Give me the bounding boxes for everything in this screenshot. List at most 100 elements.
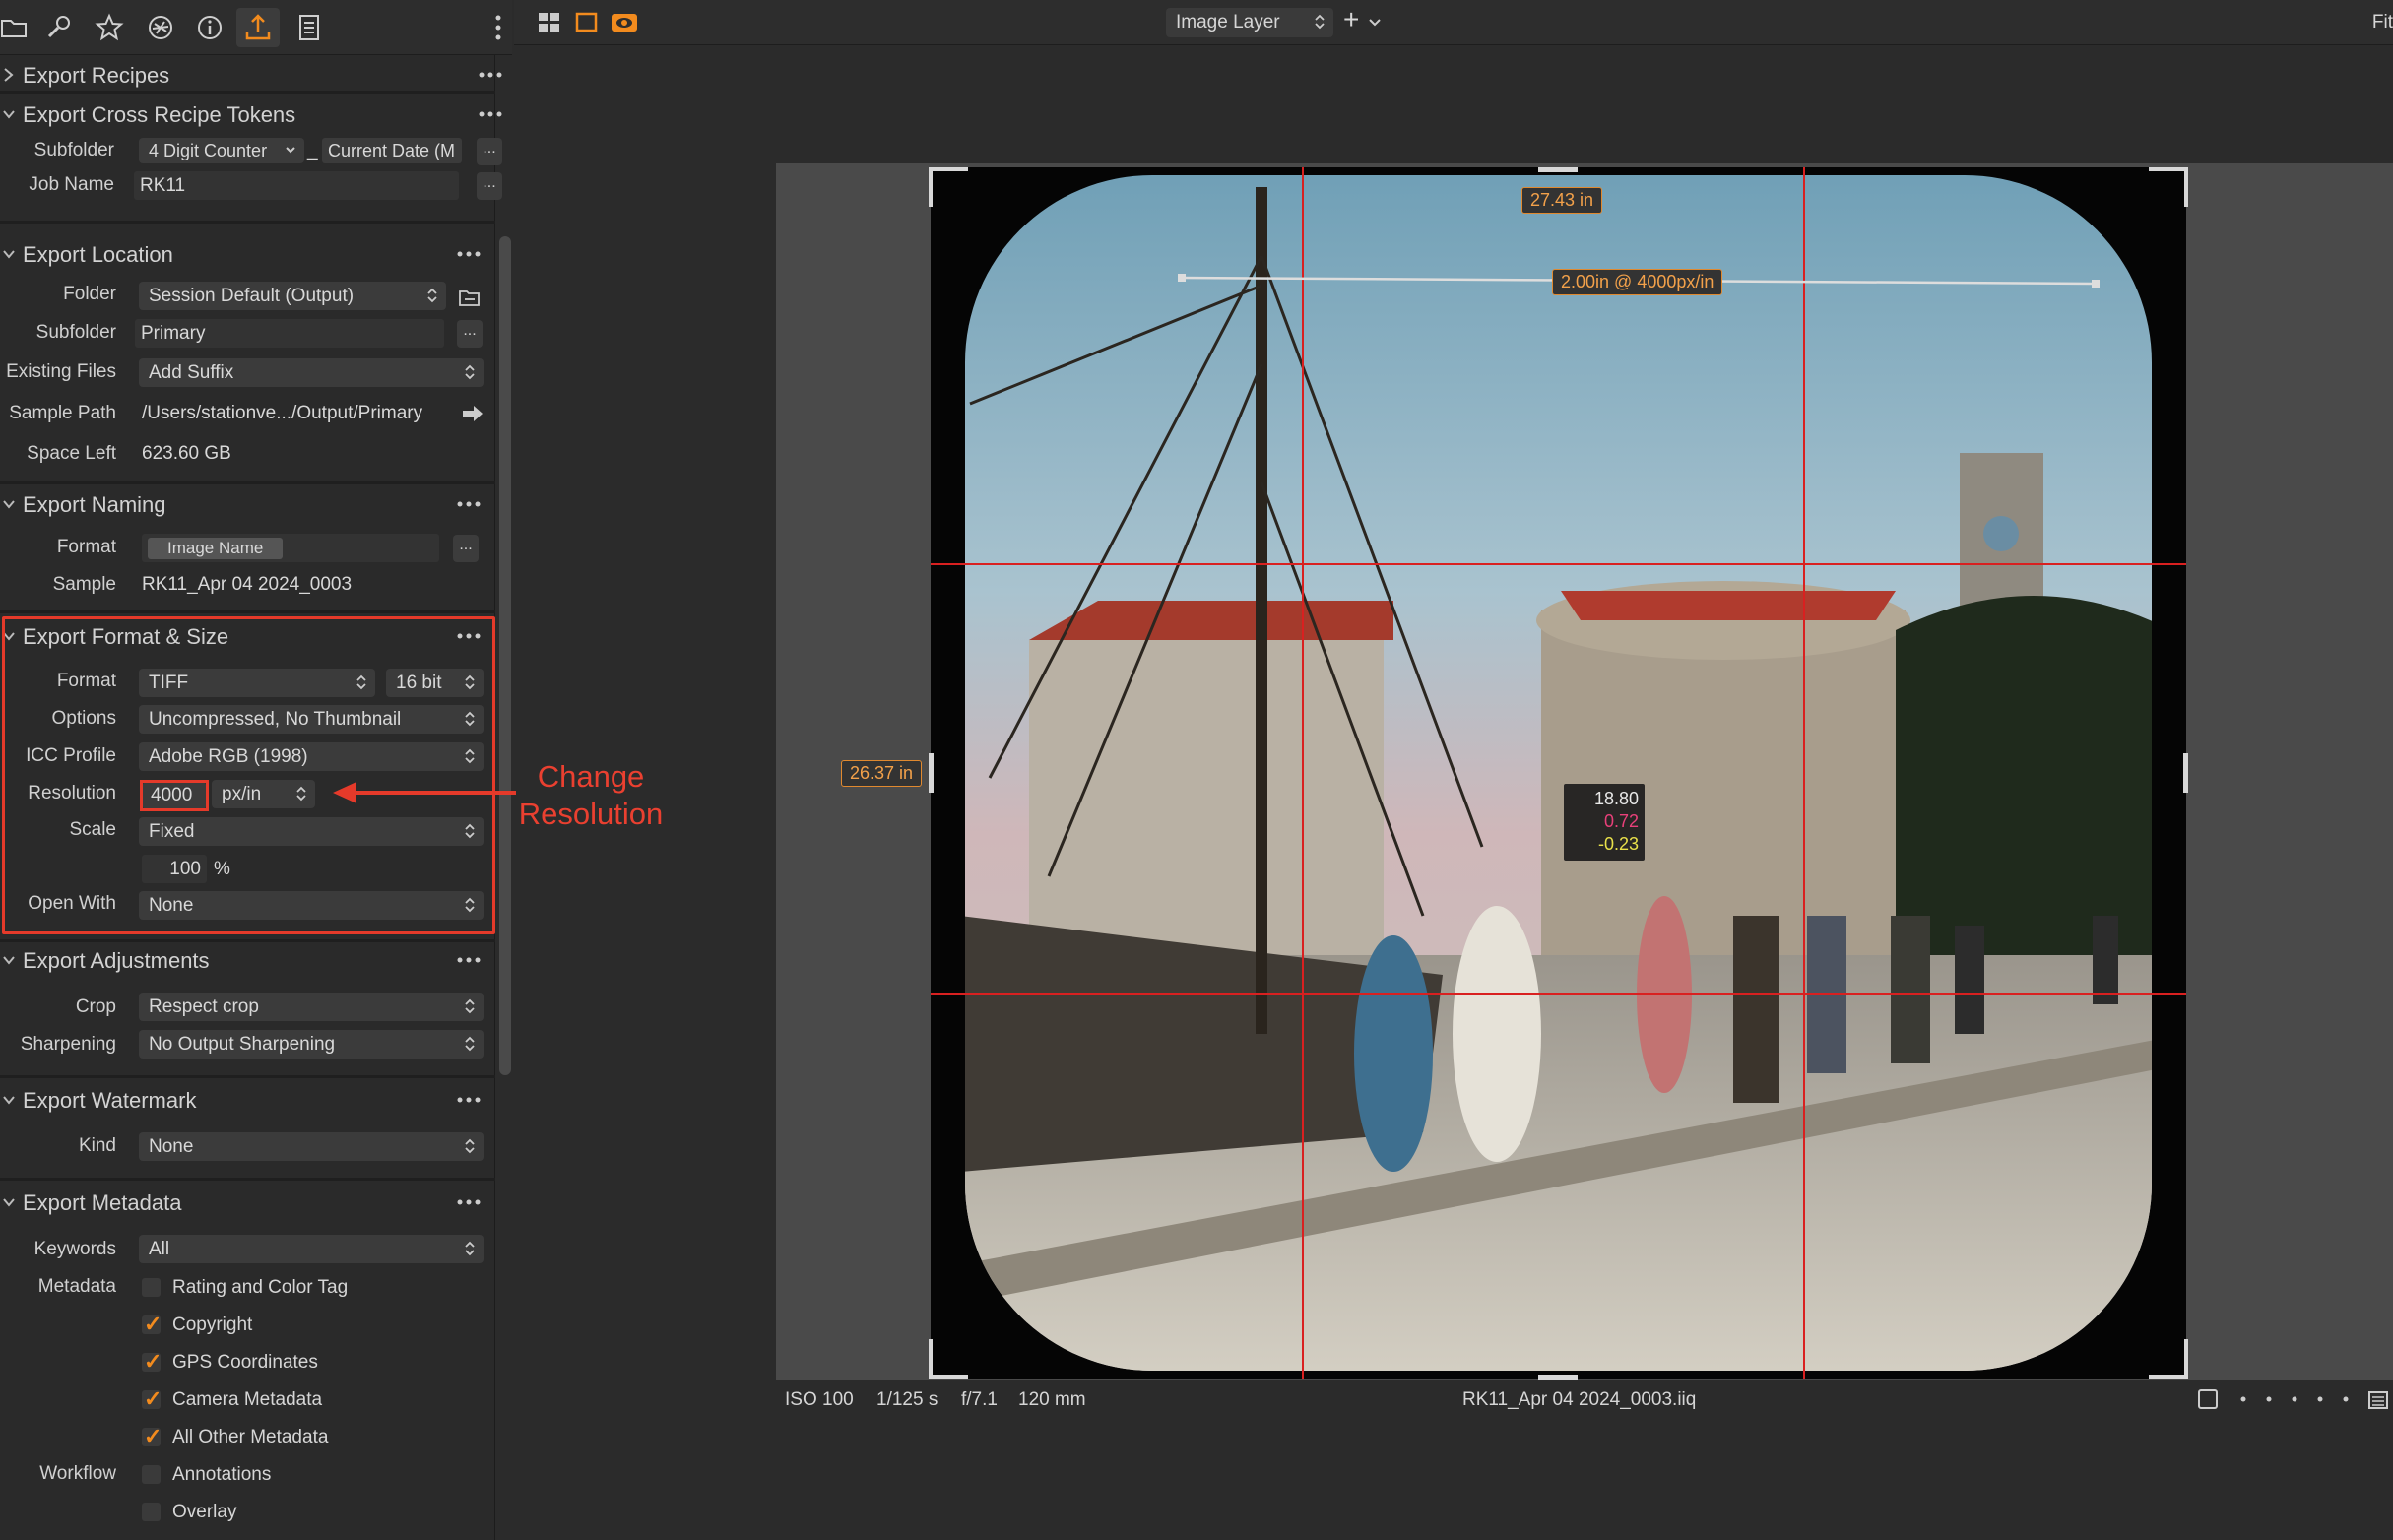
rating-color-tag-label: Rating and Color Tag <box>172 1277 349 1298</box>
naming-format-button[interactable]: ... <box>453 535 479 562</box>
sample-path-value: /Users/stationve.../Output/Primary <box>142 403 423 423</box>
updown-icon <box>465 1036 475 1052</box>
annotation-highlight-resolution <box>140 780 209 811</box>
divider <box>0 610 495 613</box>
chevron-down-icon[interactable] <box>2 1090 16 1110</box>
section-title: Export Naming <box>23 492 166 517</box>
photo-image[interactable] <box>931 167 2186 1379</box>
updown-icon <box>465 1138 475 1154</box>
rating-color-tag-checkbox[interactable] <box>142 1278 161 1297</box>
existing-files-select[interactable]: Add Suffix <box>139 358 484 387</box>
jobname-input[interactable]: RK11 <box>134 171 459 200</box>
section-title: Export Adjustments <box>23 948 210 973</box>
export-icon[interactable] <box>236 8 280 47</box>
jobname-tokens-button[interactable]: ... <box>477 172 502 200</box>
crop-handle-top-right[interactable] <box>2149 167 2188 207</box>
single-view-icon[interactable] <box>575 12 599 33</box>
add-layer-button[interactable]: + <box>1343 4 1359 35</box>
chevron-down-icon[interactable] <box>2 494 16 514</box>
status-bar: ISO 100 1/125 s f/7.1 120 mm RK11_Apr 04… <box>514 1383 2393 1417</box>
subfolder-token-select[interactable]: 4 Digit Counter <box>139 138 304 163</box>
layer-select[interactable]: Image Layer <box>1166 8 1333 37</box>
crop-handle-right[interactable] <box>2183 753 2188 793</box>
annotation-text: Change Resolution <box>512 758 670 833</box>
folder-label: Folder <box>63 284 116 304</box>
subfolder-tokens-button[interactable]: ... <box>477 138 502 165</box>
folder-icon[interactable] <box>0 8 35 47</box>
location-subfolder-input[interactable]: Primary <box>135 319 444 348</box>
section-export-tokens[interactable]: Export Cross Recipe Tokens <box>0 95 502 134</box>
updown-icon <box>465 998 475 1014</box>
gps-coordinates-checkbox[interactable] <box>142 1349 162 1375</box>
jobname-label: Job Name <box>29 174 114 195</box>
chevron-down-icon[interactable] <box>2 1192 16 1212</box>
wrench-icon[interactable] <box>37 8 81 47</box>
all-other-metadata-label: All Other Metadata <box>172 1427 329 1447</box>
select-checkbox[interactable] <box>2198 1389 2218 1409</box>
folder-browse-icon[interactable] <box>457 286 483 309</box>
more-horizontal-icon[interactable] <box>479 110 502 118</box>
chevron-down-icon[interactable] <box>2 244 16 264</box>
section-export-adjustments[interactable]: Export Adjustments <box>0 940 495 980</box>
annotation-arrow-icon <box>333 782 516 803</box>
metadata-panel-icon[interactable] <box>2368 1391 2388 1409</box>
section-export-location[interactable]: Export Location <box>0 234 495 274</box>
more-horizontal-icon[interactable] <box>479 71 502 79</box>
crop-handle-top-left[interactable] <box>929 167 968 207</box>
preview-eye-icon[interactable] <box>611 12 638 33</box>
watermark-kind-select[interactable]: None <box>139 1132 484 1161</box>
crop-handle-bottom-right[interactable] <box>2149 1339 2188 1379</box>
chevron-down-icon[interactable] <box>2 950 16 970</box>
grid-view-icon[interactable] <box>538 12 561 33</box>
iso-value: ISO 100 <box>785 1389 854 1410</box>
subfolder-token-value: 4 Digit Counter <box>149 141 268 160</box>
overlay-checkbox[interactable] <box>142 1503 161 1521</box>
sharpening-value: No Output Sharpening <box>149 1034 336 1055</box>
all-other-metadata-checkbox[interactable] <box>142 1424 162 1449</box>
folder-select[interactable]: Session Default (Output) <box>139 282 446 310</box>
camera-metadata-checkbox[interactable] <box>142 1386 162 1412</box>
reveal-arrow-icon[interactable] <box>461 404 485 423</box>
naming-format-field[interactable]: Image Name <box>142 534 439 562</box>
more-horizontal-icon[interactable] <box>457 250 481 258</box>
copyright-checkbox[interactable] <box>142 1312 162 1337</box>
chevron-down-icon[interactable] <box>1368 18 1382 28</box>
panel-scrollbar[interactable] <box>499 236 511 1075</box>
more-horizontal-icon[interactable] <box>457 1096 481 1104</box>
crop-select[interactable]: Respect crop <box>139 993 484 1021</box>
section-export-metadata[interactable]: Export Metadata <box>0 1183 495 1222</box>
info-icon[interactable] <box>188 8 231 47</box>
section-export-recipes[interactable]: Export Recipes <box>0 55 502 95</box>
notes-icon[interactable] <box>288 8 331 47</box>
chevron-down-icon[interactable] <box>2 104 16 124</box>
copyright-label: Copyright <box>172 1315 253 1335</box>
more-horizontal-icon[interactable] <box>457 956 481 964</box>
chevron-right-icon[interactable] <box>2 65 16 85</box>
sharpening-select[interactable]: No Output Sharpening <box>139 1030 484 1059</box>
rating-dots-icon[interactable] <box>2239 1391 2358 1407</box>
readout-b: -0.23 <box>1597 834 1639 854</box>
location-subfolder-button[interactable]: ... <box>457 320 483 348</box>
zoom-fit-label[interactable]: Fit <box>2372 12 2393 33</box>
image-name-token[interactable]: Image Name <box>148 538 284 559</box>
workflow-label: Workflow <box>39 1463 116 1484</box>
crop-handle-top[interactable] <box>1538 167 1578 172</box>
star-icon[interactable] <box>88 8 131 47</box>
more-horizontal-icon[interactable] <box>457 1198 481 1206</box>
crop-handle-left[interactable] <box>929 753 934 793</box>
subfolder-date-token[interactable]: Current Date (M <box>322 138 462 163</box>
crop-handle-bottom-left[interactable] <box>929 1339 968 1379</box>
section-export-watermark[interactable]: Export Watermark <box>0 1080 495 1120</box>
annotation-line2: Resolution <box>518 797 664 831</box>
aperture-icon[interactable] <box>139 8 182 47</box>
harbor-photo <box>931 167 2186 1379</box>
crop-handle-bottom[interactable] <box>1538 1375 1578 1380</box>
divider <box>0 221 495 224</box>
more-horizontal-icon[interactable] <box>457 500 481 508</box>
keywords-select[interactable]: All <box>139 1235 484 1263</box>
annotations-checkbox[interactable] <box>142 1465 161 1484</box>
tokens-subfolder-label: Subfolder <box>33 140 114 160</box>
section-export-naming[interactable]: Export Naming <box>0 484 495 524</box>
more-vertical-icon[interactable] <box>490 10 506 45</box>
gps-coordinates-label: GPS Coordinates <box>172 1352 318 1373</box>
